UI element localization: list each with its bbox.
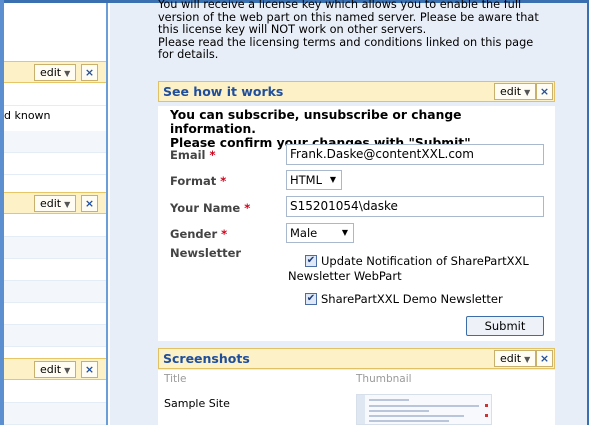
your-name-field[interactable]: S15201054\daske (286, 196, 544, 217)
close-icon[interactable]: × (536, 350, 553, 367)
gender-value: Male (290, 226, 318, 240)
chevron-down-icon: ▼ (524, 88, 531, 97)
license-intro-text: You will receive a license key which all… (158, 0, 558, 62)
list-item (4, 259, 106, 281)
chevron-down-icon: ▼ (64, 200, 71, 209)
table-row-title[interactable]: Sample Site (164, 397, 230, 410)
instruction-line: You can subscribe, unsubscribe or change… (170, 108, 462, 136)
window-right-border (587, 0, 595, 425)
format-select[interactable]: HTML ▼ (286, 170, 342, 190)
thumb-marker (485, 414, 488, 417)
thumb-line (369, 410, 429, 412)
intro-line: Please read the licensing terms and cond… (158, 35, 534, 49)
email-label: Email * (170, 148, 216, 162)
panel-title: Screenshots (163, 351, 250, 366)
newsletter-label: Newsletter (170, 246, 242, 260)
required-marker: * (221, 227, 228, 241)
edit-label: edit (40, 197, 62, 210)
gender-select[interactable]: Male ▼ (286, 223, 354, 243)
chevron-down-icon: ▼ (64, 69, 71, 78)
edit-label: edit (500, 352, 522, 365)
close-icon[interactable]: × (81, 195, 98, 212)
list-item (4, 153, 106, 175)
close-icon[interactable]: × (536, 83, 553, 100)
window-left-border (0, 0, 4, 425)
panel-title: See how it works (163, 84, 284, 99)
required-marker: * (220, 174, 227, 188)
list-item (4, 303, 106, 325)
edit-label: edit (40, 363, 62, 376)
edit-menu-button[interactable]: edit ▼ (34, 361, 77, 378)
submit-button[interactable]: Submit (466, 316, 544, 336)
chevron-down-icon: ▼ (341, 228, 348, 237)
list-item (4, 403, 106, 425)
format-label: Format * (170, 174, 226, 188)
gender-label: Gender * (170, 227, 227, 241)
required-marker: * (209, 148, 216, 162)
close-icon[interactable]: × (81, 64, 98, 81)
format-label-text: Format (170, 174, 217, 188)
list-item (4, 325, 106, 347)
thumb-line (369, 405, 479, 407)
subscription-form: You can subscribe, unsubscribe or change… (158, 106, 555, 341)
screenshots-header: Screenshots edit ▼ × (158, 348, 555, 369)
edit-menu-button[interactable]: edit ▼ (494, 83, 537, 100)
newsletter-option-2: SharePartXXL Demo Newsletter (321, 292, 503, 306)
chevron-down-icon: ▼ (524, 355, 531, 364)
column-header-thumbnail[interactable]: Thumbnail (356, 373, 412, 385)
chevron-down-icon: ▼ (64, 366, 71, 375)
chevron-down-icon: ▼ (329, 175, 336, 184)
your-name-label: Your Name * (170, 201, 250, 215)
option-line: Update Notification of SharePartXXL (321, 254, 529, 268)
newsletter-option-1: Update Notification of SharePartXXL (321, 254, 529, 269)
edit-menu-button[interactable]: edit ▼ (494, 350, 537, 367)
left-webpart-header-2: edit ▼ × (4, 192, 106, 214)
edit-menu-button[interactable]: edit ▼ (34, 64, 77, 81)
your-name-label-text: Your Name (170, 201, 241, 215)
list-item (4, 237, 106, 259)
email-label-text: Email (170, 148, 206, 162)
close-icon[interactable]: × (81, 361, 98, 378)
list-item (4, 131, 106, 153)
list-item (4, 381, 106, 403)
intro-line: for details. (158, 48, 219, 62)
screenshots-list: Title Thumbnail Sample Site (158, 370, 555, 425)
list-item (4, 215, 106, 237)
left-webpart-header-3: edit ▼ × (4, 358, 106, 380)
thumb-sidebar (357, 395, 365, 424)
left-zone: edit ▼ × d known edit ▼ × edit ▼ × (4, 3, 108, 425)
edit-label: edit (500, 85, 522, 98)
format-value: HTML (290, 173, 323, 187)
thumb-marker (485, 404, 488, 407)
gender-label-text: Gender (170, 227, 218, 241)
thumb-line (369, 415, 464, 417)
thumb-line (369, 399, 409, 401)
intro-line: this license key will NOT work on other … (158, 23, 427, 37)
newsletter-option-1-wrap: Newsletter WebPart (288, 269, 402, 283)
list-item (4, 84, 106, 106)
column-header-title[interactable]: Title (164, 373, 187, 385)
newsletter-checkbox-2[interactable]: ✔ (305, 293, 317, 305)
thumbnail-image[interactable] (356, 394, 492, 425)
list-item (4, 281, 106, 303)
newsletter-checkbox-1[interactable]: ✔ (305, 255, 317, 267)
edit-menu-button[interactable]: edit ▼ (34, 195, 77, 212)
email-field[interactable]: Frank.Daske@contentXXL.com (286, 144, 544, 165)
thumb-line (369, 420, 449, 422)
truncated-text: d known (4, 109, 51, 122)
left-webpart-header-1: edit ▼ × (4, 61, 106, 83)
main-zone: You will receive a license key which all… (110, 0, 587, 425)
how-it-works-header: See how it works edit ▼ × (158, 81, 555, 102)
required-marker: * (244, 201, 251, 215)
edit-label: edit (40, 66, 62, 79)
intro-line: You will receive a license key which all… (158, 0, 522, 11)
